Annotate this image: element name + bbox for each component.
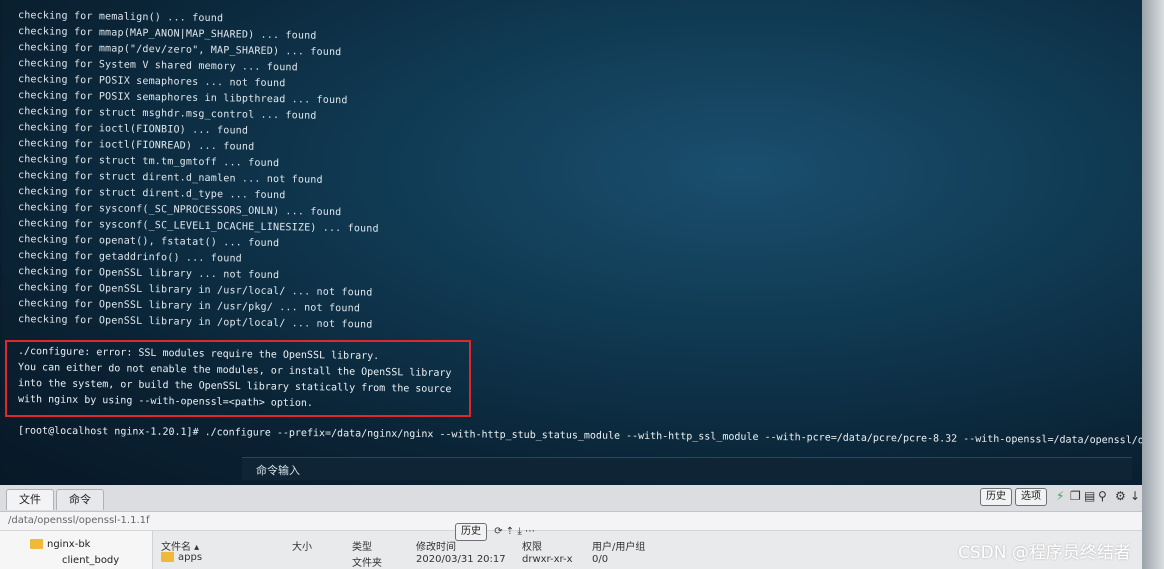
paste-icon[interactable]: ▤ [1084, 489, 1095, 503]
terminal-line: checking for OpenSSL library in /usr/pkg… [17, 298, 361, 315]
download-file-icon[interactable]: ⤓ [517, 526, 521, 537]
terminal-line: checking for sysconf(_SC_LEVEL1_DCACHE_L… [17, 218, 379, 235]
current-path: /data/openssl/openssl-1.1.1f [8, 515, 150, 526]
file-type-cell: 文件夹 [352, 558, 382, 569]
terminal-line: checking for OpenSSL library in /opt/loc… [17, 314, 373, 331]
gear-icon[interactable]: ⚙ [1115, 489, 1126, 503]
command-input-label: 命令输入 [256, 464, 300, 477]
column-filename[interactable]: 文件名 ▴ [161, 538, 199, 553]
terminal-line: checking for struct tm.tm_gmtoff ... fou… [17, 154, 280, 170]
directory-tree: nginx-bk client_body [0, 531, 153, 569]
tab-command[interactable]: 命令 [56, 489, 104, 510]
copy-icon[interactable]: ❐ [1070, 489, 1081, 503]
terminal-line: checking for struct msghdr.msg_control .… [17, 106, 317, 122]
terminal-line: checking for struct dirent.d_type ... fo… [17, 186, 286, 202]
terminal-line: checking for openat(), fstatat() ... fou… [17, 234, 280, 250]
terminal-line: checking for ioctl(FIONREAD) ... found [17, 138, 255, 153]
column-owner[interactable]: 用户/用户组 [592, 538, 645, 553]
terminal-line: checking for memalign() ... found [17, 10, 224, 25]
terminal-line: checking for mmap(MAP_ANON|MAP_SHARED) .… [17, 26, 317, 42]
folder-icon [161, 552, 174, 562]
terminal-line: checking for getaddrinfo() ... found [17, 250, 243, 265]
terminal-line: checking for OpenSSL library ... not fou… [17, 266, 280, 282]
prompt-text: [root@localhost nginx-1.20.1]# ./configu… [17, 425, 1142, 448]
download-icon[interactable]: ↓ [1130, 489, 1140, 503]
upload-icon[interactable]: ⇡ [506, 526, 514, 537]
terminal-line: checking for mmap("/dev/zero", MAP_SHARE… [17, 42, 342, 59]
file-modified-cell: 2020/03/31 20:17 [416, 554, 506, 565]
terminal-line: checking for struct dirent.d_namlen ... … [17, 170, 323, 186]
folder-icon [30, 539, 43, 549]
file-owner-cell: 0/0 [592, 554, 609, 565]
tree-item-label: client_body [62, 555, 120, 566]
terminal-line: checking for OpenSSL library in /usr/loc… [17, 282, 373, 299]
shell-prompt[interactable]: [root@localhost nginx-1.20.1]# ./configu… [18, 424, 1142, 448]
terminal-line: checking for ioctl(FIONBIO) ... found [17, 122, 249, 137]
terminal-line: checking for POSIX semaphores ... not fo… [17, 74, 286, 90]
tree-item-client-body[interactable]: client_body [62, 555, 119, 566]
column-size[interactable]: 大小 [292, 538, 312, 553]
watermark: CSDN @程序员终结者 [958, 543, 1131, 563]
terminal-line: checking for System V shared memory ... … [17, 58, 298, 74]
history-button[interactable]: 历史 [980, 488, 1012, 506]
more-icon[interactable]: ⋯ [525, 526, 535, 537]
tab-bar: 文件 命令 历史 选项 ⚡ ❐ ▤ ⚲ ⚙ ↓ [0, 485, 1142, 512]
file-name-cell: apps [161, 552, 202, 563]
terminal-line: checking for POSIX semaphores in libpthr… [17, 90, 348, 107]
tree-item-nginx-bk[interactable]: nginx-bk [30, 539, 90, 550]
column-modified[interactable]: 修改时间 [416, 538, 456, 553]
terminal-window[interactable]: checking for memalign() ... found checkin… [2, 0, 1142, 485]
search-icon[interactable]: ⚲ [1098, 489, 1107, 503]
lightning-icon[interactable]: ⚡ [1056, 489, 1064, 503]
refresh-icon[interactable]: ⟳ [494, 526, 502, 537]
column-permissions[interactable]: 权限 [522, 538, 542, 553]
tree-item-label: nginx-bk [47, 539, 91, 550]
path-bar[interactable]: /data/openssl/openssl-1.1.1f [0, 512, 1142, 531]
file-perm-cell: drwxr-xr-x [522, 554, 573, 565]
column-type[interactable]: 类型 [352, 538, 372, 553]
command-input-bar[interactable]: 命令输入 [242, 457, 1132, 480]
screen-edge [1142, 0, 1164, 569]
terminal-line: checking for sysconf(_SC_NPROCESSORS_ONL… [17, 202, 342, 219]
options-button[interactable]: 选项 [1015, 488, 1047, 506]
tab-file[interactable]: 文件 [6, 489, 54, 510]
